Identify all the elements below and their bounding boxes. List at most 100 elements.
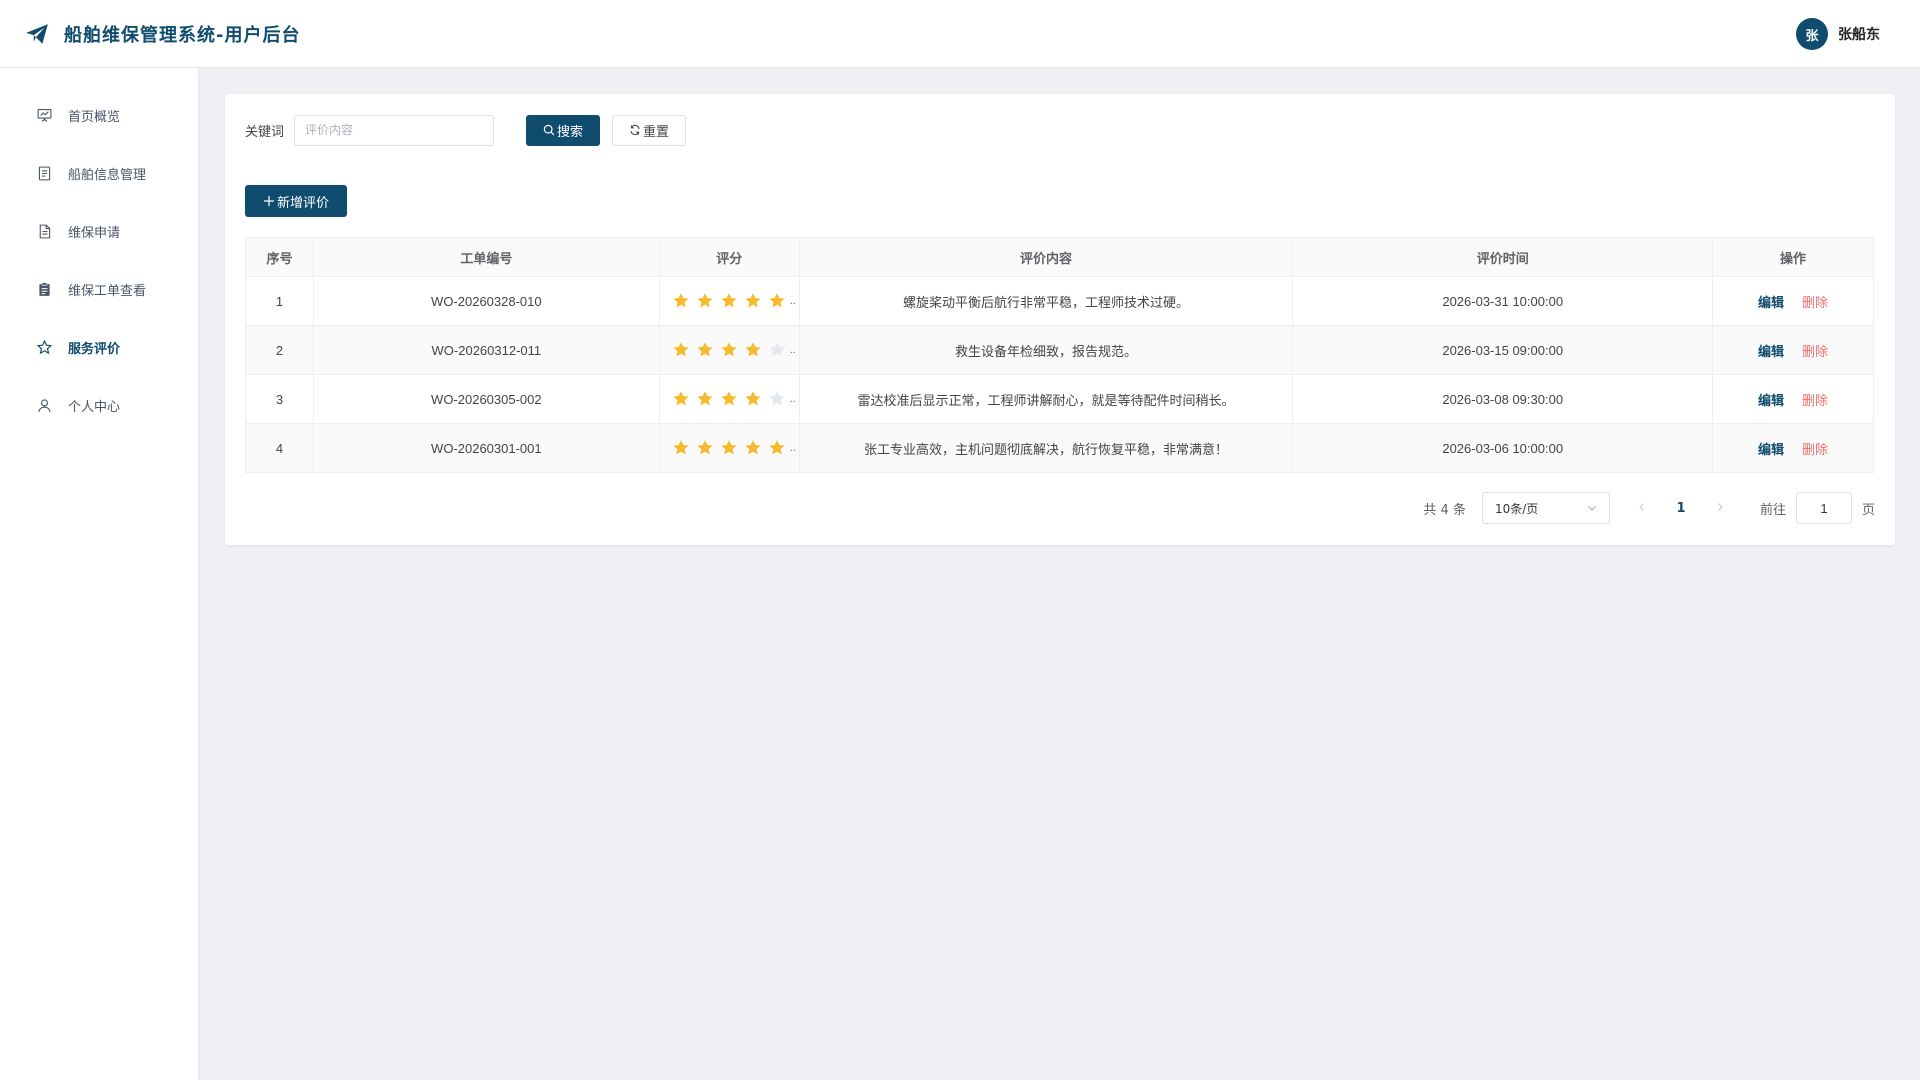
cell-time: 2026-03-31 10:00:00 xyxy=(1292,276,1714,326)
rating-table: 序号 工单编号 评分 评价内容 评价时间 操作 1 WO-20260328-010… xyxy=(245,237,1874,473)
page-size-value: 10条/页 xyxy=(1494,501,1539,516)
user-name[interactable]: 张船东 xyxy=(1838,24,1880,44)
sidebar-item-work-orders[interactable]: 维保工单查看 xyxy=(0,260,198,318)
cell-content: 螺旋桨动平衡后航行非常平稳，工程师技术过硬。 xyxy=(798,276,1294,326)
search-button[interactable]: 搜索 xyxy=(526,114,601,146)
cell-order-number: WO-20260312-011 xyxy=(312,325,660,375)
sidebar-item-overview[interactable]: 首页概览 xyxy=(0,86,198,144)
chevron-left-icon xyxy=(1639,502,1644,511)
main-panel: 关键词 搜索 重置 新增评价 序号 工单编号 评分 评价内容 评价时间 操作 xyxy=(225,94,1895,545)
edit-button[interactable]: 编辑 xyxy=(1758,344,1784,359)
edit-button[interactable]: 编辑 xyxy=(1758,295,1784,310)
cell-time: 2026-03-15 09:00:00 xyxy=(1292,325,1714,375)
page-number[interactable]: 1 xyxy=(1666,501,1696,516)
sidebar-item-label: 维保申请 xyxy=(68,225,121,241)
delete-button[interactable]: 删除 xyxy=(1802,344,1828,359)
table-header-row: 序号 工单编号 评分 评价内容 评价时间 操作 xyxy=(245,237,1874,277)
star-filled-icon xyxy=(673,342,689,357)
cell-time: 2026-03-06 10:00:00 xyxy=(1292,423,1714,473)
star-filled-icon xyxy=(769,440,785,455)
star-filled-icon xyxy=(721,342,737,357)
goto-label: 前往 xyxy=(1759,502,1786,518)
rating-stars: .. xyxy=(660,390,799,408)
sidebar-item-profile[interactable]: 个人中心 xyxy=(0,376,198,434)
column-header: 评价时间 xyxy=(1292,237,1714,277)
table-row: 2 WO-20260312-011.. 救生设备年检细致，报告规范。 2026-03-… xyxy=(245,325,1874,375)
sidebar-item-label: 个人中心 xyxy=(68,399,121,415)
delete-button[interactable]: 删除 xyxy=(1802,295,1828,310)
cell-rating: .. xyxy=(658,276,800,326)
goto-page-input[interactable] xyxy=(1795,492,1852,524)
cell-order-number: WO-20260301-001 xyxy=(312,423,660,473)
cell-actions: 编辑 删除 xyxy=(1712,423,1874,473)
rating-ellipsis: .. xyxy=(789,393,796,405)
star-filled-icon xyxy=(745,342,761,357)
column-header: 工单编号 xyxy=(312,237,660,277)
star-filled-icon xyxy=(673,440,689,455)
table-row: 4 WO-20260301-001.. 张工专业高效，主机问题彻底解决，航行恢复平稳… xyxy=(245,423,1874,473)
top-header: 船舶维保管理系统-用户后台 张 张船东 xyxy=(0,0,1920,68)
rating-ellipsis: .. xyxy=(789,442,796,454)
paper-plane-icon xyxy=(26,23,48,44)
edit-button[interactable]: 编辑 xyxy=(1758,442,1784,457)
file-text-icon xyxy=(39,224,51,238)
search-icon xyxy=(543,124,555,136)
cell-rating: .. xyxy=(658,325,800,375)
star-filled-icon xyxy=(745,391,761,406)
cell-actions: 编辑 删除 xyxy=(1712,374,1874,424)
sidebar-item-service-rating[interactable]: 服务评价 xyxy=(0,318,198,376)
star-filled-icon xyxy=(697,342,713,357)
delete-button[interactable]: 删除 xyxy=(1802,393,1828,408)
prev-page-button[interactable] xyxy=(1630,501,1654,516)
star-filled-icon xyxy=(697,440,713,455)
reset-button-label: 重置 xyxy=(643,124,670,140)
star-empty-icon xyxy=(769,342,785,357)
add-rating-button[interactable]: 新增评价 xyxy=(245,185,347,217)
rating-ellipsis: .. xyxy=(789,295,796,307)
clipboard-icon xyxy=(39,281,50,296)
cell-index: 2 xyxy=(245,325,314,375)
page-size-select[interactable]: 10条/页 xyxy=(1481,492,1610,524)
sidebar-item-maintenance-request[interactable]: 维保申请 xyxy=(0,202,198,260)
sidebar-item-ship-info[interactable]: 船舶信息管理 xyxy=(0,144,198,202)
cell-rating: .. xyxy=(658,423,800,473)
search-bar: 关键词 搜索 重置 xyxy=(245,114,687,146)
reset-button[interactable]: 重置 xyxy=(612,114,687,146)
cell-index: 4 xyxy=(245,423,314,473)
rating-stars: .. xyxy=(660,292,799,310)
star-filled-icon xyxy=(721,440,737,455)
rating-stars: .. xyxy=(660,439,799,457)
keyword-input[interactable] xyxy=(294,114,495,146)
sidebar: 首页概览 船舶信息管理 维保申请 维保工单查看 服务评价 个人中心 xyxy=(0,68,199,1080)
user-icon xyxy=(38,398,51,412)
sidebar-item-label: 船舶信息管理 xyxy=(68,167,147,183)
cell-content: 张工专业高效，主机问题彻底解决，航行恢复平稳，非常满意！ xyxy=(798,423,1294,473)
sidebar-item-label: 维保工单查看 xyxy=(68,283,147,299)
delete-button[interactable]: 删除 xyxy=(1802,442,1828,457)
table-row: 1 WO-20260328-010.. 螺旋桨动平衡后航行非常平稳，工程师技术过硬。… xyxy=(245,276,1874,326)
chevron-down-icon xyxy=(1588,506,1596,511)
cell-actions: 编辑 删除 xyxy=(1712,276,1874,326)
presentation-chart-icon xyxy=(37,108,52,122)
column-header: 评价内容 xyxy=(798,237,1294,277)
keyword-label: 关键词 xyxy=(245,124,285,140)
cell-order-number: WO-20260305-002 xyxy=(312,374,660,424)
chevron-right-icon xyxy=(1718,502,1723,511)
cell-time: 2026-03-08 09:30:00 xyxy=(1292,374,1714,424)
avatar[interactable]: 张 xyxy=(1796,18,1828,50)
app-logo: 船舶维保管理系统-用户后台 xyxy=(24,21,300,47)
star-icon xyxy=(36,339,53,354)
column-header: 操作 xyxy=(1712,237,1874,277)
star-filled-icon xyxy=(673,293,689,308)
user-menu[interactable]: 张 张船东 xyxy=(1796,18,1880,50)
star-filled-icon xyxy=(745,440,761,455)
cell-content: 雷达校准后显示正常，工程师讲解耐心，就是等待配件时间稍长。 xyxy=(798,374,1294,424)
edit-button[interactable]: 编辑 xyxy=(1758,393,1784,408)
cell-index: 3 xyxy=(245,374,314,424)
plus-icon xyxy=(263,196,274,206)
cell-rating: .. xyxy=(658,374,800,424)
sidebar-item-label: 首页概览 xyxy=(68,109,121,125)
next-page-button[interactable] xyxy=(1708,501,1732,516)
column-header: 序号 xyxy=(245,237,314,277)
column-header: 评分 xyxy=(658,237,800,277)
